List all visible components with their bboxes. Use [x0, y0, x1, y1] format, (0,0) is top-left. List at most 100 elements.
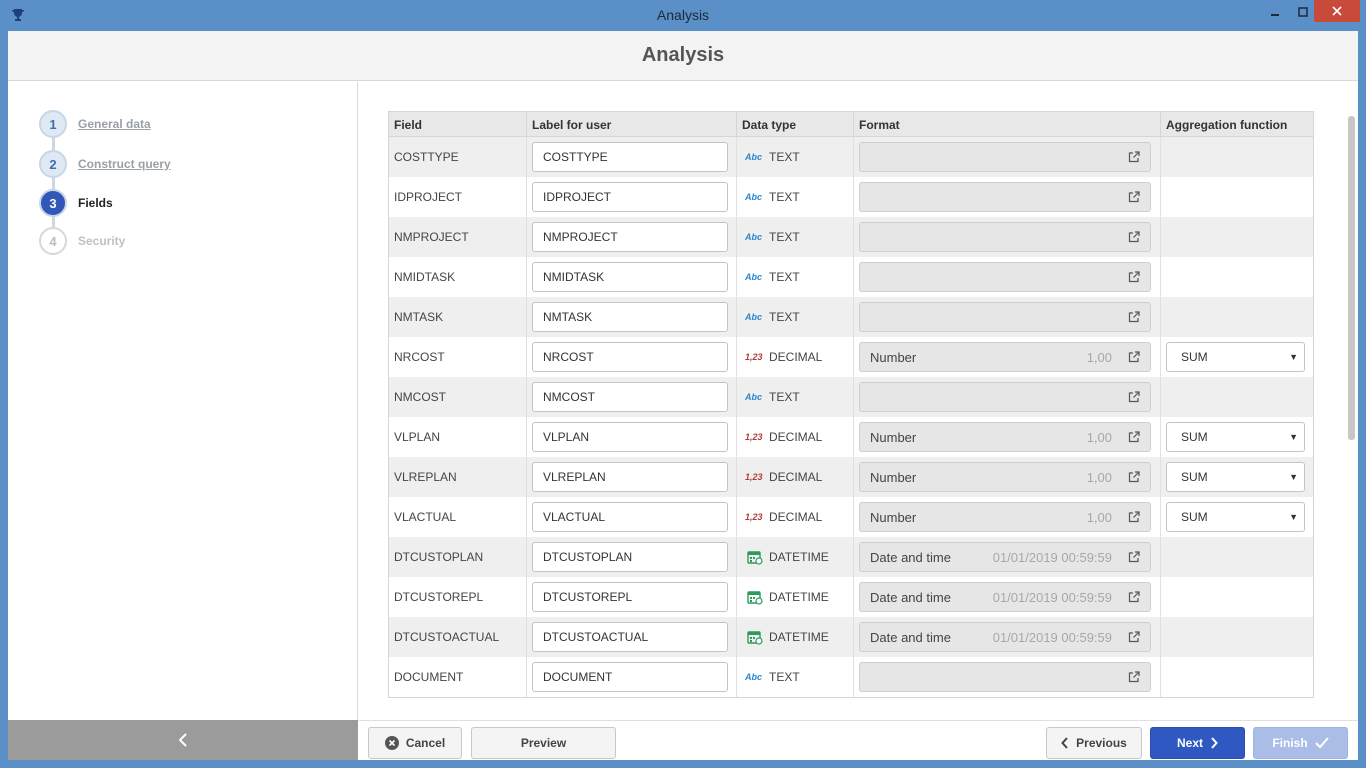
- open-external-icon[interactable]: [1128, 431, 1140, 443]
- open-external-icon[interactable]: [1128, 551, 1140, 563]
- format-cell: [854, 137, 1161, 177]
- field-name: VLREPLAN: [389, 457, 527, 497]
- open-external-icon[interactable]: [1128, 671, 1140, 683]
- aggregation-value: SUM: [1181, 510, 1208, 524]
- table-row: NMCOST Abc TEXT: [389, 377, 1313, 417]
- label-for-user-input[interactable]: [532, 262, 728, 292]
- collapse-sidebar-button[interactable]: [8, 720, 358, 760]
- aggregation-select[interactable]: SUM ▼: [1166, 462, 1305, 492]
- format-cell: [854, 297, 1161, 337]
- format-example: 1,00: [1086, 429, 1112, 445]
- close-button[interactable]: [1314, 0, 1360, 22]
- label-for-user-input[interactable]: [532, 502, 728, 532]
- open-external-icon[interactable]: [1128, 311, 1140, 323]
- format-name: Date and time: [870, 589, 951, 605]
- open-external-icon[interactable]: [1128, 391, 1140, 403]
- label-cell: [527, 657, 737, 697]
- format-name: Number: [870, 429, 917, 445]
- cancel-button[interactable]: Cancel: [368, 727, 462, 759]
- close-icon: [1332, 6, 1342, 16]
- data-type-cell: Abc TEXT: [737, 297, 854, 337]
- format-cell: [854, 177, 1161, 217]
- label-for-user-input[interactable]: [532, 222, 728, 252]
- aggregation-cell: SUM ▼: [1161, 337, 1313, 377]
- caret-down-icon: ▼: [1289, 432, 1298, 442]
- label-cell: [527, 417, 737, 457]
- text-type-icon: Abc: [745, 192, 763, 202]
- format-field: [859, 222, 1151, 252]
- step-number: 1: [39, 110, 67, 138]
- label-for-user-input[interactable]: [532, 302, 728, 332]
- window-titlebar: Analysis: [0, 0, 1366, 31]
- text-type-icon: Abc: [745, 392, 763, 402]
- next-button[interactable]: Next: [1150, 727, 1245, 759]
- label-for-user-input[interactable]: [532, 542, 728, 572]
- label-cell: [527, 577, 737, 617]
- label-cell: [527, 297, 737, 337]
- format-example: 1,00: [1086, 509, 1112, 525]
- field-name: NMCOST: [389, 377, 527, 417]
- previous-button[interactable]: Previous: [1046, 727, 1142, 759]
- open-external-icon[interactable]: [1128, 511, 1140, 523]
- label-for-user-input[interactable]: [532, 622, 728, 652]
- label-for-user-input[interactable]: [532, 182, 728, 212]
- step-general-data[interactable]: 1 General data: [39, 110, 151, 138]
- label-cell: [527, 137, 737, 177]
- open-external-icon[interactable]: [1128, 191, 1140, 203]
- field-name: NMTASK: [389, 297, 527, 337]
- open-external-icon[interactable]: [1128, 351, 1140, 363]
- open-external-icon[interactable]: [1128, 591, 1140, 603]
- preview-button[interactable]: Preview: [471, 727, 616, 759]
- step-label: Fields: [78, 196, 113, 210]
- step-fields[interactable]: 3 Fields: [39, 189, 113, 217]
- field-name: DOCUMENT: [389, 657, 527, 697]
- caret-down-icon: ▼: [1289, 352, 1298, 362]
- label-cell: [527, 537, 737, 577]
- open-external-icon[interactable]: [1128, 271, 1140, 283]
- data-type-cell: Abc TEXT: [737, 257, 854, 297]
- open-external-icon[interactable]: [1128, 151, 1140, 163]
- label-for-user-input[interactable]: [532, 422, 728, 452]
- open-external-icon[interactable]: [1128, 231, 1140, 243]
- open-external-icon[interactable]: [1128, 631, 1140, 643]
- format-field: [859, 382, 1151, 412]
- table-row: DTCUSTOPLAN DATETIME Date and time 01/01/20…: [389, 537, 1313, 577]
- label-cell: [527, 457, 737, 497]
- label-for-user-input[interactable]: [532, 462, 728, 492]
- aggregation-select[interactable]: SUM ▼: [1166, 422, 1305, 452]
- data-type: Abc TEXT: [737, 230, 800, 244]
- label-for-user-input[interactable]: [532, 662, 728, 692]
- minimize-button[interactable]: [1260, 0, 1290, 24]
- data-type: Abc TEXT: [737, 670, 800, 684]
- table-body: COSTTYPEAbcTEXTIDPROJECTAbcTEXTNMPROJECT…: [389, 137, 1313, 697]
- label-for-user-input[interactable]: [532, 142, 728, 172]
- data-type-label: DECIMAL: [769, 470, 823, 484]
- data-type: DATETIME: [737, 589, 829, 605]
- header-format: Format: [854, 112, 1161, 136]
- aggregation-cell: SUM ▼: [1161, 497, 1313, 537]
- data-type-label: DECIMAL: [769, 350, 823, 364]
- window-client: Analysis 1 General data 2 Construct quer…: [8, 31, 1358, 760]
- format-example: 1,00: [1086, 469, 1112, 485]
- data-type-label: TEXT: [769, 390, 800, 404]
- format-name: Number: [870, 469, 917, 485]
- label-for-user-input[interactable]: [532, 582, 728, 612]
- table-row: DTCUSTOACTUAL DATETIME Date and time 01/01/…: [389, 617, 1313, 657]
- format-cell: [854, 657, 1161, 697]
- table-row: NMPROJECT Abc TEXT: [389, 217, 1313, 257]
- aggregation-select[interactable]: SUM ▼: [1166, 342, 1305, 372]
- field-name: NRCOST: [389, 337, 527, 377]
- label-for-user-input[interactable]: [532, 342, 728, 372]
- open-external-icon[interactable]: [1128, 471, 1140, 483]
- format-cell: [854, 377, 1161, 417]
- maximize-icon: [1298, 7, 1308, 17]
- aggregation-cell: [1161, 377, 1313, 417]
- table-row: VLACTUAL 1,23 DECIMAL Number 1,00 SUM ▼: [389, 497, 1313, 537]
- data-type-label: TEXT: [769, 270, 800, 284]
- data-type-cell: 1,23 DECIMAL: [737, 337, 854, 377]
- label-for-user-input[interactable]: [532, 382, 728, 412]
- vertical-scrollbar[interactable]: [1348, 116, 1355, 440]
- step-construct-query[interactable]: 2 Construct query: [39, 150, 171, 178]
- aggregation-select[interactable]: SUM ▼: [1166, 502, 1305, 532]
- step-label: General data: [78, 117, 151, 131]
